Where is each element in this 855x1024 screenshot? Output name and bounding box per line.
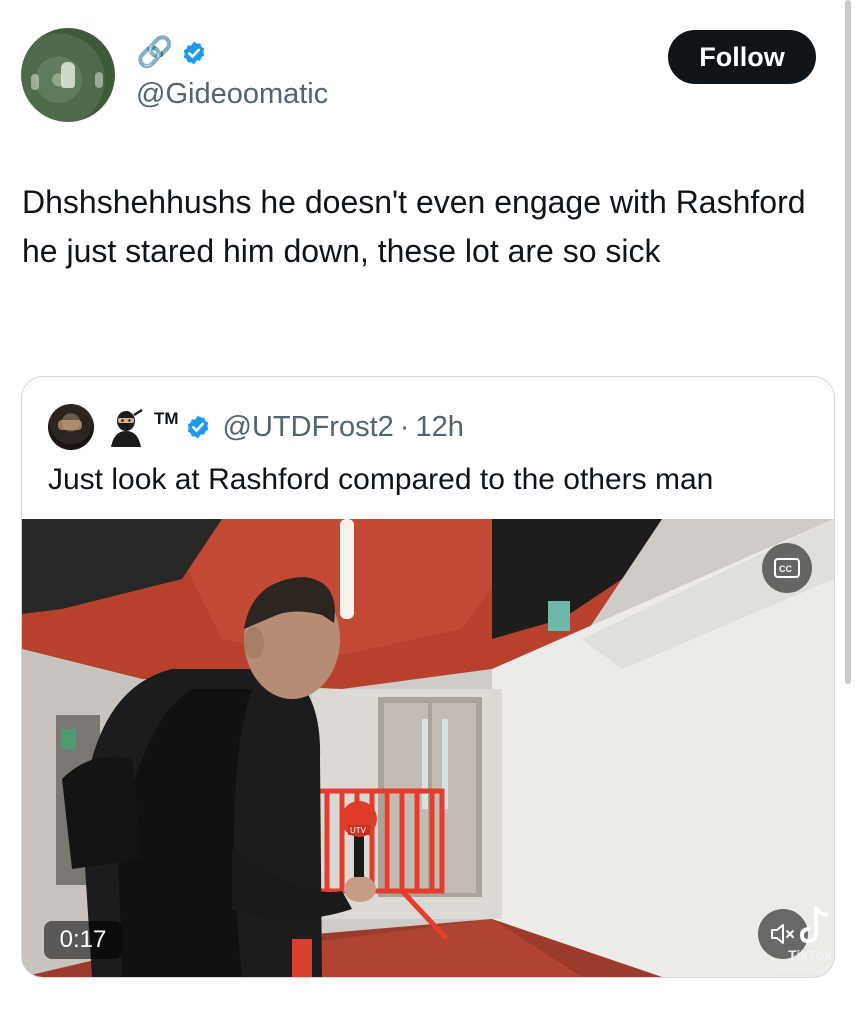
verified-badge-icon [184, 41, 205, 65]
author-avatar[interactable] [21, 28, 115, 122]
quoted-author-avatar[interactable] [48, 404, 94, 450]
author-name-row[interactable]: 🔗 [136, 36, 207, 70]
scrollbar[interactable] [845, 0, 851, 684]
mic-logo: UTV [350, 826, 367, 835]
video-duration: 0:17 [44, 921, 122, 959]
video-player[interactable]: UTV CC 0:17 TikTok foreverunited [22, 519, 834, 977]
follow-button[interactable]: Follow [668, 30, 816, 84]
quoted-author-handle[interactable]: @UTDFrost2 [223, 411, 394, 444]
cc-icon: CC [774, 558, 800, 578]
quoted-author-name-suffix[interactable]: TM [154, 409, 179, 429]
tiktok-watermark-user: foreverunited [769, 965, 828, 976]
volume-muted-icon [771, 924, 794, 944]
svg-text:CC: CC [779, 564, 792, 574]
quoted-tweet-text: Just look at Rashford compared to the ot… [48, 463, 714, 496]
tweet-text: Dhshshehhushs he doesn't even engage wit… [22, 184, 806, 269]
quoted-tweet-header: TM @UTDFrost2 · 12h [48, 404, 464, 450]
author-display-name[interactable]: 🔗 [136, 36, 173, 70]
video-frame: UTV [22, 519, 834, 977]
separator-dot: · [399, 410, 410, 443]
quoted-tweet-time[interactable]: 12h [415, 411, 463, 444]
verified-badge-icon [187, 415, 208, 439]
tiktok-watermark: TikTok [788, 947, 832, 963]
quoted-tweet[interactable]: TM @UTDFrost2 · 12h Just look at Rashfor… [21, 376, 835, 978]
ninja-emoji-icon [111, 408, 143, 447]
captions-button[interactable]: CC [762, 543, 812, 593]
author-handle[interactable]: @Gideoomatic [136, 78, 328, 111]
